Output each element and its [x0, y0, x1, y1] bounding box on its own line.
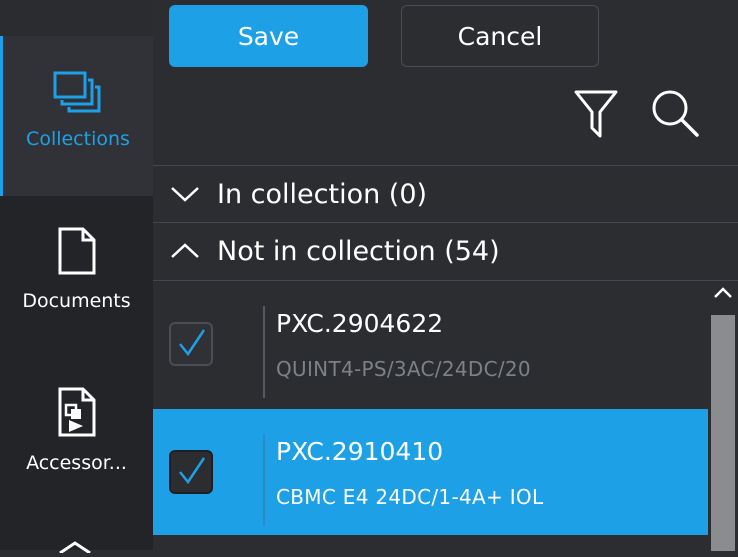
- item-subtitle: CBMC E4 24DC/1-4A+ IOL: [276, 485, 544, 509]
- sidebar-item-label: Documents: [22, 290, 131, 312]
- product-list: PXC.2904622 QUINT4-PS/3AC/24DC/20 PXC.29…: [153, 280, 738, 551]
- document-icon: [57, 226, 97, 280]
- row-divider: [263, 434, 265, 526]
- checkbox[interactable]: [169, 322, 213, 366]
- filter-icon[interactable]: [573, 88, 619, 144]
- accessories-icon: [57, 386, 97, 442]
- checkmark-icon: [179, 457, 206, 485]
- collections-icon: [52, 70, 104, 118]
- list-item-selected[interactable]: PXC.2910410 CBMC E4 24DC/1-4A+ IOL: [153, 409, 708, 535]
- checkmark-icon: [179, 329, 206, 357]
- item-title: PXC.2904622: [276, 309, 444, 338]
- list-item[interactable]: PXC.2904622 QUINT4-PS/3AC/24DC/20: [153, 281, 708, 407]
- group-not-in-collection[interactable]: Not in collection (54): [153, 222, 738, 279]
- group-label: In collection (0): [217, 178, 428, 210]
- sidebar-item-label: Collections: [26, 128, 130, 150]
- cancel-button[interactable]: Cancel: [401, 5, 599, 67]
- scroll-up-icon[interactable]: [712, 285, 734, 304]
- item-subtitle: QUINT4-PS/3AC/24DC/20: [276, 357, 531, 381]
- chevron-up-icon: [153, 242, 217, 260]
- group-in-collection[interactable]: In collection (0): [153, 165, 738, 222]
- sidebar-item-documents[interactable]: Documents: [0, 196, 153, 356]
- sidebar-item-partial[interactable]: [0, 0, 153, 36]
- search-icon[interactable]: [650, 88, 700, 144]
- item-title: PXC.2910410: [276, 437, 444, 466]
- sidebar: Collections Documents Accessor...: [0, 0, 153, 555]
- sidebar-item-collections[interactable]: Collections: [0, 36, 153, 196]
- chevron-down-icon: [153, 185, 217, 203]
- sidebar-item-label: Accessor...: [26, 452, 127, 474]
- checkbox[interactable]: [169, 450, 213, 494]
- save-button[interactable]: Save: [169, 5, 368, 67]
- sidebar-item-partial-bottom[interactable]: [58, 538, 92, 557]
- scrollbar[interactable]: [708, 281, 738, 551]
- scrollbar-thumb[interactable]: [711, 315, 735, 551]
- group-label: Not in collection (54): [217, 235, 500, 267]
- main-panel: Save Cancel In collection (0) Not in col…: [153, 0, 738, 551]
- sidebar-item-accessories[interactable]: Accessor...: [0, 356, 153, 516]
- row-divider: [263, 306, 265, 398]
